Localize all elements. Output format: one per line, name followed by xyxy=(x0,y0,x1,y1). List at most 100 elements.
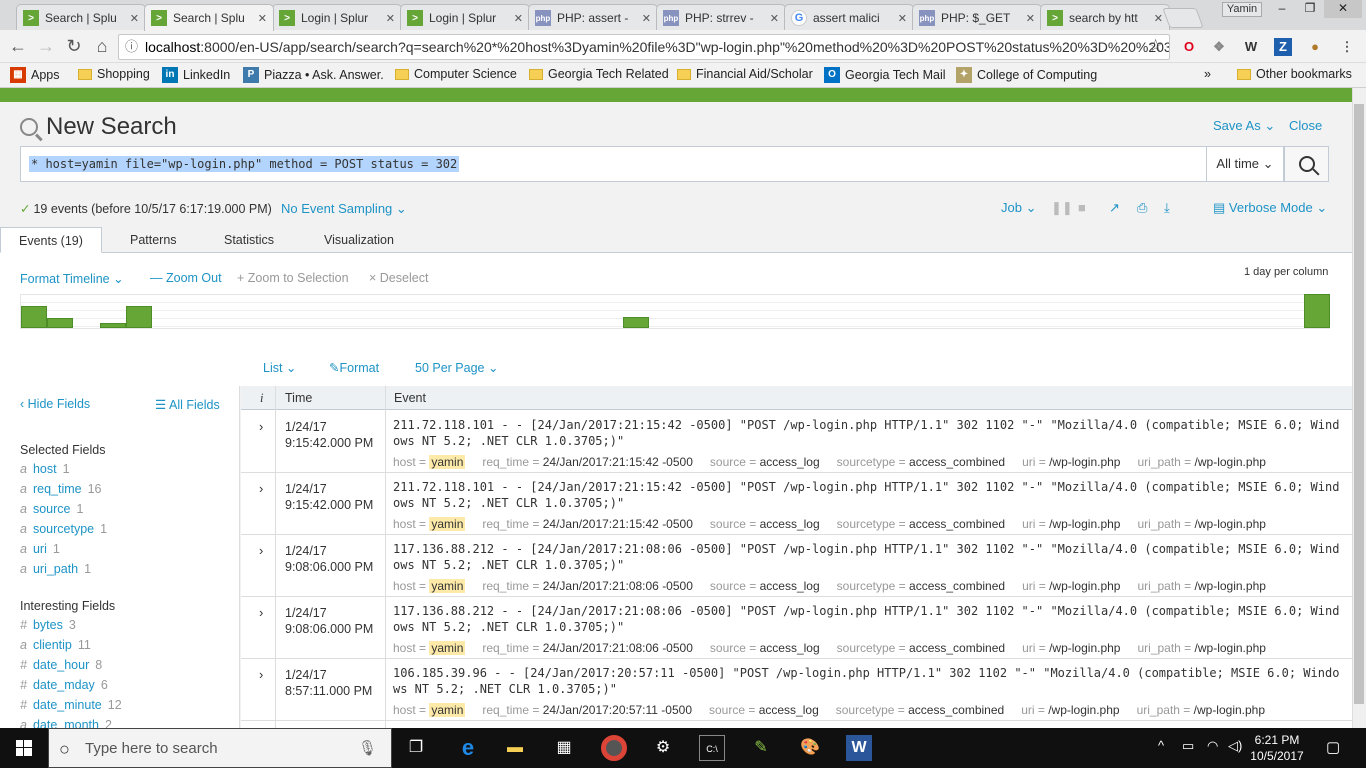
volume-icon[interactable]: ◁) xyxy=(1228,738,1242,754)
field-item[interactable]: a uri_path 1 xyxy=(20,562,91,576)
back-icon[interactable]: ← xyxy=(6,36,30,57)
close-tab-icon[interactable]: ✕ xyxy=(642,12,651,25)
field-sourcetype[interactable]: sourcetype = access_combined xyxy=(836,703,1004,717)
timeline-bar[interactable] xyxy=(623,317,649,328)
browser-tab[interactable]: > Login | Splur ✕ xyxy=(400,4,530,31)
result-tab[interactable]: Events (19) xyxy=(0,227,102,253)
microphone-icon[interactable]: 🎙 xyxy=(358,729,377,768)
save-as-button[interactable]: Save As ⌄ xyxy=(1213,118,1275,134)
bookmark-item[interactable]: Georgia Tech Related xyxy=(529,67,669,81)
field-req-time[interactable]: req_time = 24/Jan/2017:21:15:42 -0500 xyxy=(482,517,693,531)
field-uri[interactable]: uri = /wp-login.php xyxy=(1021,703,1119,717)
notifications-icon[interactable]: ▢ xyxy=(1326,738,1340,756)
field-item[interactable]: # date_mday 6 xyxy=(20,678,108,692)
paint-icon[interactable]: 🎨 xyxy=(797,735,823,761)
field-req-time[interactable]: req_time = 24/Jan/2017:21:08:06 -0500 xyxy=(482,641,693,655)
chrome-icon[interactable] xyxy=(601,735,627,761)
field-source[interactable]: source = access_log xyxy=(710,579,820,593)
field-host[interactable]: host = yamin xyxy=(393,455,466,469)
minimize-icon[interactable]: – xyxy=(1268,0,1296,18)
list-view-dropdown[interactable]: List ⌄ xyxy=(263,360,296,375)
field-sourcetype[interactable]: sourcetype = access_combined xyxy=(837,579,1005,593)
timeline-bar[interactable] xyxy=(21,306,47,328)
field-host[interactable]: host = yamin xyxy=(393,517,466,531)
browser-tab[interactable]: php PHP: assert - ✕ xyxy=(528,4,658,31)
show-hidden-icons[interactable]: ^ xyxy=(1158,738,1164,753)
field-sourcetype[interactable]: sourcetype = access_combined xyxy=(837,641,1005,655)
field-uri[interactable]: uri = /wp-login.php xyxy=(1022,517,1120,531)
close-tab-icon[interactable]: ✕ xyxy=(514,12,523,25)
field-req-time[interactable]: req_time = 24/Jan/2017:21:15:42 -0500 xyxy=(482,455,693,469)
cookie-extension-icon[interactable]: ● xyxy=(1306,38,1324,56)
profile-button[interactable]: Yamin xyxy=(1222,2,1262,17)
bookmark-item[interactable]: ✦ College of Computing xyxy=(956,67,1097,83)
timeline-bar[interactable] xyxy=(126,306,152,328)
bookmark-item[interactable]: Financial Aid/Scholar xyxy=(677,67,813,81)
field-item[interactable]: # bytes 3 xyxy=(20,618,76,632)
close-tab-icon[interactable]: ✕ xyxy=(770,12,779,25)
field-uri-path[interactable]: uri_path = /wp-login.php xyxy=(1137,517,1265,531)
time-column-header[interactable]: Time xyxy=(285,391,312,405)
control-panel-icon[interactable]: ⚙ xyxy=(650,735,676,761)
wifi-icon[interactable]: ◠ xyxy=(1207,738,1218,754)
zoom-out-button[interactable]: — Zoom Out xyxy=(150,271,222,285)
w-extension-icon[interactable]: W xyxy=(1242,38,1260,56)
format-timeline-dropdown[interactable]: Format Timeline ⌄ xyxy=(20,271,124,286)
close-tab-icon[interactable]: ✕ xyxy=(898,12,907,25)
job-menu[interactable]: Job ⌄ xyxy=(1001,200,1036,216)
search-button[interactable] xyxy=(1284,146,1329,182)
event-sampling-dropdown[interactable]: No Event Sampling ⌄ xyxy=(281,201,407,217)
field-host[interactable]: host = yamin xyxy=(393,641,466,655)
search-query-input[interactable]: * host=yamin file="wp-login.php" method … xyxy=(20,146,1206,182)
table-row[interactable]: › 1/24/17 9:08:06.000 PM 117.136.88.212 - -… xyxy=(241,535,1352,597)
close-button[interactable]: Close xyxy=(1289,118,1322,133)
bookmark-item[interactable]: ▦ Apps xyxy=(10,67,60,83)
per-page-dropdown[interactable]: 50 Per Page ⌄ xyxy=(415,360,498,375)
bookmark-item[interactable]: P Piazza • Ask. Answer. xyxy=(243,67,384,83)
close-window-icon[interactable]: ✕ xyxy=(1324,0,1362,18)
field-item[interactable]: # date_hour 8 xyxy=(20,658,102,672)
field-item[interactable]: a sourcetype 1 xyxy=(20,522,107,536)
field-item[interactable]: # date_minute 12 xyxy=(20,698,122,712)
expand-row-icon[interactable]: › xyxy=(259,481,263,496)
field-source[interactable]: source = access_log xyxy=(710,455,820,469)
timeline-chart[interactable] xyxy=(20,294,1330,329)
time-range-picker[interactable]: All time ⌄ xyxy=(1206,146,1284,182)
zoom-to-selection-button[interactable]: + Zoom to Selection xyxy=(237,271,349,285)
field-uri-path[interactable]: uri_path = /wp-login.php xyxy=(1137,579,1265,593)
dropbox-extension-icon[interactable]: ❖ xyxy=(1210,38,1228,56)
field-uri[interactable]: uri = /wp-login.php xyxy=(1022,641,1120,655)
field-uri-path[interactable]: uri_path = /wp-login.php xyxy=(1137,641,1265,655)
result-tab[interactable]: Patterns xyxy=(112,227,195,253)
field-req-time[interactable]: req_time = 24/Jan/2017:20:57:11 -0500 xyxy=(482,703,692,717)
browser-tab[interactable]: Gassert malici ✕ xyxy=(784,4,914,31)
field-uri-path[interactable]: uri_path = /wp-login.php xyxy=(1137,455,1265,469)
close-tab-icon[interactable]: ✕ xyxy=(130,12,139,25)
timeline-bar[interactable] xyxy=(1304,294,1330,328)
share-icon[interactable]: ↗ xyxy=(1109,200,1120,216)
notepad-icon[interactable]: ✎ xyxy=(748,735,774,761)
zotero-extension-icon[interactable]: Z xyxy=(1274,38,1292,56)
search-mode-dropdown[interactable]: ▤ Verbose Mode ⌄ xyxy=(1213,200,1327,216)
timeline-bar[interactable] xyxy=(100,323,126,328)
table-row[interactable]: › 1/24/17 9:08:06.000 PM 117.136.88.212 - -… xyxy=(241,597,1352,659)
browser-tab[interactable]: > Search | Splu ✕ xyxy=(144,4,274,31)
export-icon[interactable]: ⤓ xyxy=(1164,200,1170,216)
expand-row-icon[interactable]: › xyxy=(259,605,263,620)
reload-icon[interactable]: ↻ xyxy=(62,36,86,57)
browser-tab[interactable]: php PHP: $_GET ✕ xyxy=(912,4,1042,31)
close-tab-icon[interactable]: ✕ xyxy=(1026,12,1035,25)
table-row[interactable]: › 1/24/17 9:15:42.000 PM 211.72.118.101 - -… xyxy=(241,473,1352,535)
all-fields-button[interactable]: ☰ All Fields xyxy=(155,397,220,412)
stop-icon[interactable]: ■ xyxy=(1078,200,1086,215)
field-item[interactable]: a clientip 11 xyxy=(20,638,91,652)
other-bookmarks[interactable]: Other bookmarks xyxy=(1237,67,1352,81)
info-icon[interactable]: ⓘ xyxy=(125,35,138,59)
store-icon[interactable]: ▦ xyxy=(551,735,577,761)
timeline-bar[interactable] xyxy=(47,318,73,328)
format-button[interactable]: ✎Format xyxy=(329,360,379,375)
taskbar-clock[interactable]: 6:21 PM 10/5/2017 xyxy=(1247,732,1307,764)
field-source[interactable]: source = access_log xyxy=(710,517,820,531)
close-tab-icon[interactable]: ✕ xyxy=(258,12,267,25)
word-icon[interactable]: W xyxy=(846,735,872,761)
